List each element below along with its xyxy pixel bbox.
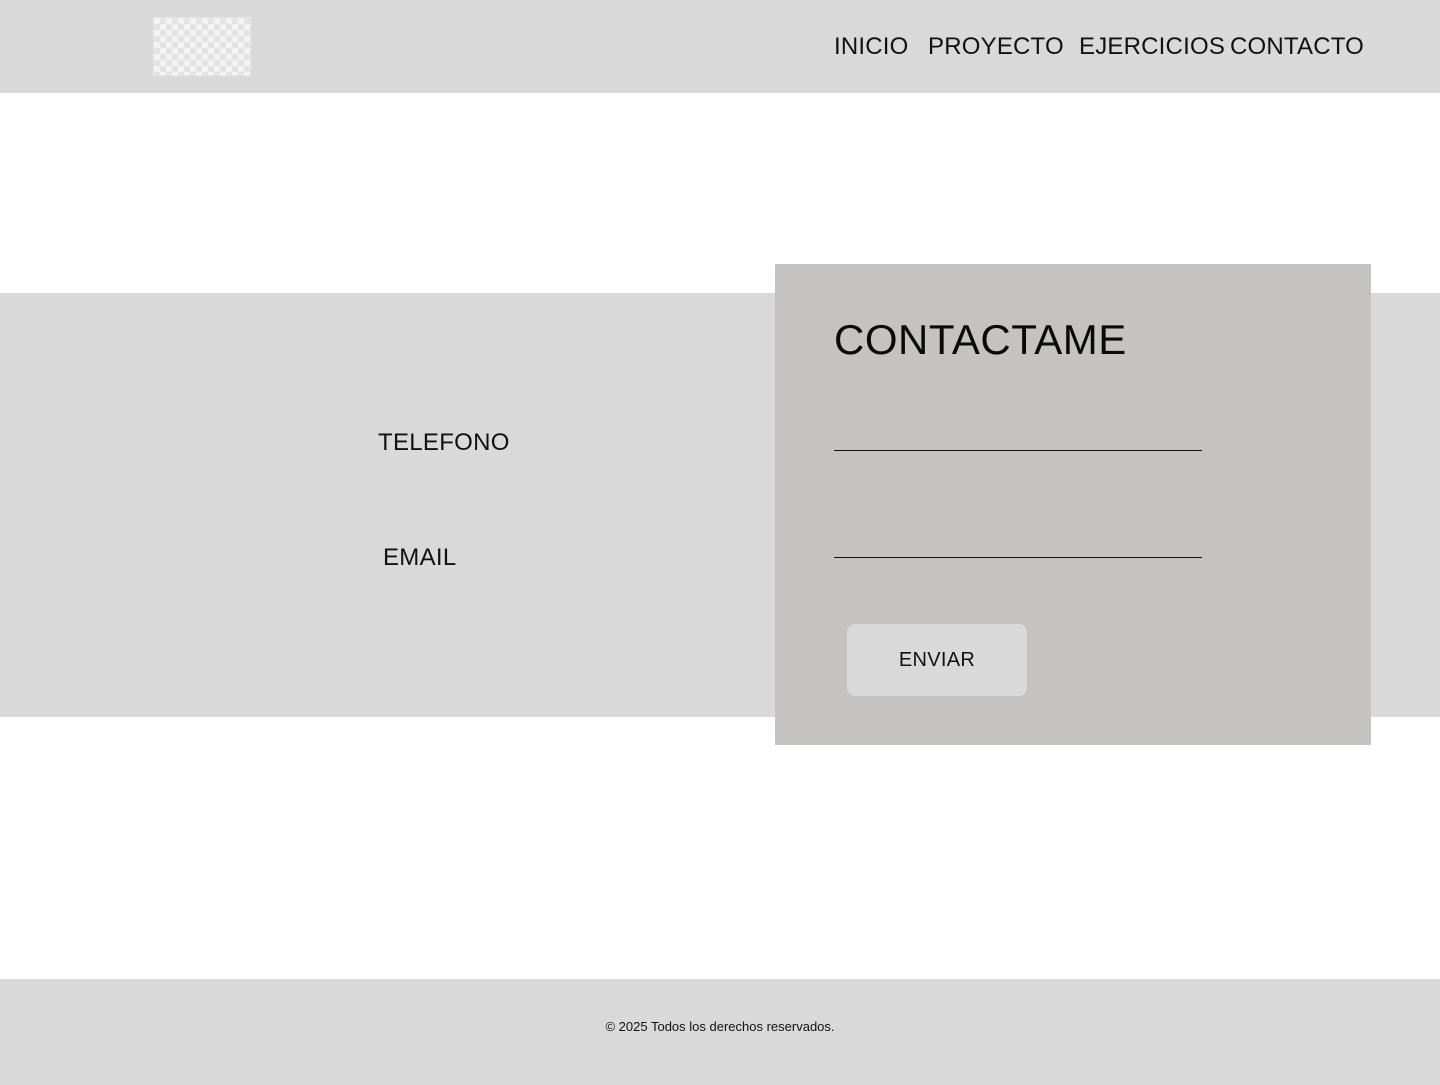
- nav-link-inicio[interactable]: INICIO: [834, 33, 909, 61]
- telefono-label: TELEFONO: [378, 429, 510, 456]
- email-label: EMAIL: [383, 544, 457, 571]
- nav-link-proyecto[interactable]: PROYECTO: [928, 33, 1064, 61]
- contact-field-1[interactable]: [834, 410, 1202, 451]
- nav-link-ejercicios[interactable]: EJERCICIOS: [1079, 33, 1225, 61]
- logo-image-placeholder[interactable]: [153, 17, 251, 76]
- copyright-text: © 2025 Todos los derechos reservados.: [605, 1019, 835, 1034]
- send-button[interactable]: ENVIAR: [847, 624, 1027, 696]
- contact-field-2[interactable]: [834, 517, 1202, 558]
- form-title: CONTACTAME: [834, 316, 1127, 363]
- page: INICIO PROYECTO EJERCICIOS CONTACTO TELE…: [0, 0, 1440, 1085]
- site-header: INICIO PROYECTO EJERCICIOS CONTACTO: [0, 0, 1440, 93]
- nav-link-contacto[interactable]: CONTACTO: [1230, 33, 1364, 61]
- site-footer: © 2025 Todos los derechos reservados.: [0, 979, 1440, 1085]
- contact-form-card: CONTACTAME ENVIAR: [775, 264, 1371, 745]
